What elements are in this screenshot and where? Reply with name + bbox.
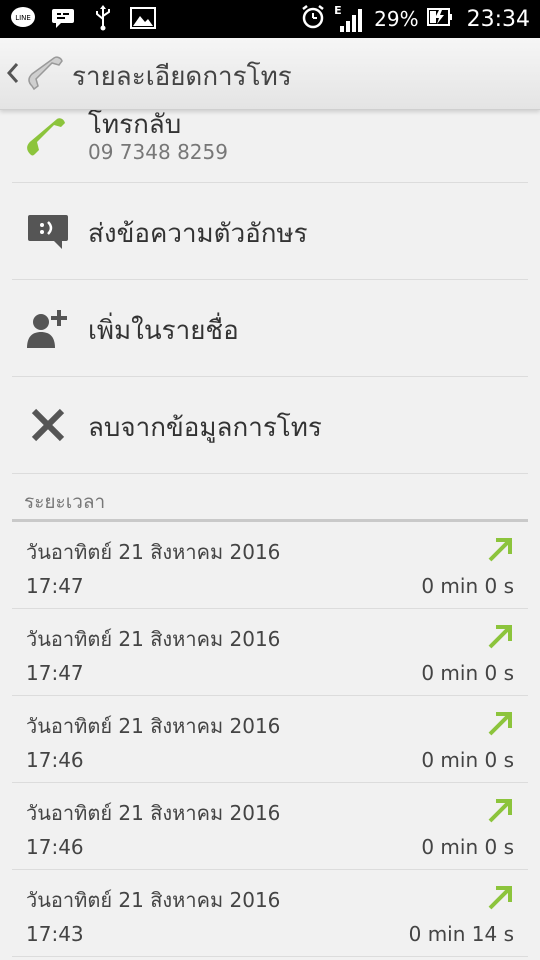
delete-log-item[interactable]: ลบจากข้อมูลการโทร <box>12 377 528 474</box>
call-actions-list: โทรกลับ 09 7348 8259 ส่งข้อความตัวอักษร … <box>0 110 540 474</box>
status-bar: LINE E 29% 23:34 <box>0 0 540 38</box>
outgoing-call-arrow-icon <box>488 538 512 562</box>
call-duration: 0 min 0 s <box>421 835 514 859</box>
add-contact-label: เพิ่มในรายชื่อ <box>88 316 239 346</box>
signal-icon: E <box>334 4 366 34</box>
sms-icon <box>24 207 72 255</box>
call-time: 17:43 <box>26 922 84 946</box>
add-contact-item[interactable]: เพิ่มในรายชื่อ <box>12 280 528 377</box>
call-back-label: โทรกลับ <box>88 110 182 140</box>
call-time: 17:47 <box>26 574 84 598</box>
line-icon: LINE <box>10 5 36 31</box>
call-log-row[interactable]: วันอาทิตย์ 21 สิงหาคม 2016 17:43 0 min 1… <box>12 870 528 957</box>
image-icon <box>130 5 156 31</box>
usb-icon <box>90 5 116 31</box>
call-date: วันอาทิตย์ 21 สิงหาคม 2016 <box>26 888 281 912</box>
chat-icon <box>50 5 76 31</box>
phone-icon <box>24 52 66 94</box>
call-duration: 0 min 0 s <box>421 748 514 772</box>
call-log-row[interactable]: วันอาทิตย์ 21 สิงหาคม 2016 17:46 0 min 0… <box>12 696 528 783</box>
send-sms-item[interactable]: ส่งข้อความตัวอักษร <box>12 183 528 280</box>
call-duration: 0 min 14 s <box>408 922 514 946</box>
battery-percent: 29% <box>374 7 419 31</box>
system-status: E 29% 23:34 <box>300 0 530 38</box>
call-date: วันอาทิตย์ 21 สิงหาคม 2016 <box>26 714 281 738</box>
page-title: รายละเอียดการโทร <box>72 62 292 92</box>
alarm-icon <box>300 4 326 34</box>
notification-icons: LINE <box>10 5 156 31</box>
call-time: 17:46 <box>26 835 84 859</box>
outgoing-call-arrow-icon <box>488 886 512 910</box>
call-log-row[interactable]: วันอาทิตย์ 21 สิงหาคม 2016 17:46 0 min 0… <box>12 783 528 870</box>
action-bar: รายละเอียดการโทร <box>0 38 540 110</box>
chevron-left-icon <box>7 63 19 83</box>
call-date: วันอาทิตย์ 21 สิงหาคม 2016 <box>26 627 281 651</box>
close-icon <box>24 401 72 449</box>
call-time: 17:46 <box>26 748 84 772</box>
outgoing-call-arrow-icon <box>488 799 512 823</box>
call-date: วันอาทิตย์ 21 สิงหาคม 2016 <box>26 540 281 564</box>
back-button[interactable] <box>4 58 22 88</box>
call-date: วันอาทิตย์ 21 สิงหาคม 2016 <box>26 801 281 825</box>
add-person-icon <box>24 304 72 352</box>
duration-section-title: ระยะเวลา <box>24 491 106 513</box>
call-history-list: วันอาทิตย์ 21 สิงหาคม 2016 17:47 0 min 0… <box>12 522 528 957</box>
battery-charging-icon <box>426 6 453 32</box>
call-back-item[interactable]: โทรกลับ 09 7348 8259 <box>12 110 528 183</box>
send-sms-label: ส่งข้อความตัวอักษร <box>88 219 308 249</box>
clock: 23:34 <box>466 6 530 32</box>
call-time: 17:47 <box>26 661 84 685</box>
call-duration: 0 min 0 s <box>421 574 514 598</box>
delete-log-label: ลบจากข้อมูลการโทร <box>88 413 322 443</box>
phone-icon <box>24 114 72 162</box>
call-log-row[interactable]: วันอาทิตย์ 21 สิงหาคม 2016 17:47 0 min 0… <box>12 609 528 696</box>
call-log-row[interactable]: วันอาทิตย์ 21 สิงหาคม 2016 17:47 0 min 0… <box>12 522 528 609</box>
call-duration: 0 min 0 s <box>421 661 514 685</box>
phone-number: 09 7348 8259 <box>88 140 228 164</box>
line-label: LINE <box>15 14 31 22</box>
outgoing-call-arrow-icon <box>488 712 512 736</box>
outgoing-call-arrow-icon <box>488 625 512 649</box>
